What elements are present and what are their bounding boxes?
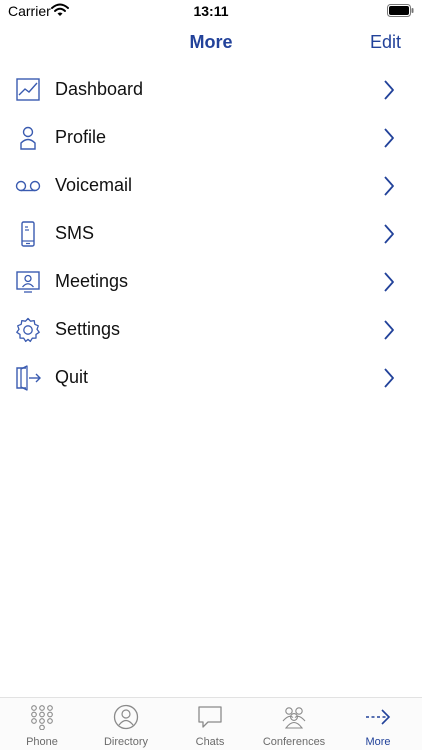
tab-chats[interactable]: Chats bbox=[168, 698, 252, 750]
tab-more[interactable]: More bbox=[336, 698, 420, 750]
menu-item-quit[interactable]: Quit bbox=[0, 354, 422, 402]
exit-door-icon bbox=[16, 365, 41, 391]
menu-item-dashboard[interactable]: Dashboard bbox=[0, 66, 422, 114]
gear-icon bbox=[16, 317, 40, 343]
status-bar: Carrier 13:11 bbox=[0, 0, 422, 26]
menu-label: Profile bbox=[55, 127, 107, 147]
menu-item-profile[interactable]: Profile bbox=[0, 114, 422, 162]
menu-label: Settings bbox=[55, 319, 121, 339]
contact-icon bbox=[113, 704, 139, 730]
tab-label: More bbox=[365, 736, 391, 748]
menu-label: Meetings bbox=[55, 271, 129, 291]
chevron-right-icon bbox=[384, 176, 394, 196]
chevron-right-icon bbox=[384, 128, 394, 148]
chevron-right-icon bbox=[384, 320, 394, 340]
tab-label: Phone bbox=[26, 736, 58, 748]
phone-sms-icon bbox=[21, 221, 35, 247]
chat-bubble-icon bbox=[198, 706, 222, 728]
menu-item-meetings[interactable]: Meetings bbox=[0, 258, 422, 306]
page-title: More bbox=[189, 32, 233, 52]
chevron-right-icon bbox=[384, 368, 394, 388]
tab-label: Chats bbox=[195, 736, 225, 748]
dashboard-chart-icon bbox=[16, 78, 40, 101]
more-menu-list: Dashboard Profile Voicemail SMS Meetings… bbox=[0, 66, 422, 402]
tab-directory[interactable]: Directory bbox=[84, 698, 168, 750]
edit-button[interactable]: Edit bbox=[370, 32, 401, 53]
keypad-icon bbox=[31, 705, 53, 730]
menu-label: Voicemail bbox=[55, 175, 133, 195]
voicemail-icon bbox=[15, 180, 41, 192]
chevron-right-icon bbox=[384, 272, 394, 292]
menu-label: Dashboard bbox=[55, 79, 144, 99]
menu-item-sms[interactable]: SMS bbox=[0, 210, 422, 258]
menu-label: Quit bbox=[55, 367, 89, 387]
person-icon bbox=[20, 126, 36, 150]
tab-phone[interactable]: Phone bbox=[0, 698, 84, 750]
tab-bar: Phone Directory Chats Conferences More bbox=[0, 697, 422, 750]
tab-label: Conferences bbox=[262, 736, 326, 748]
tab-label: Directory bbox=[103, 736, 148, 748]
status-time: 13:11 bbox=[193, 3, 229, 19]
chevron-right-icon bbox=[384, 224, 394, 244]
meeting-monitor-icon bbox=[16, 271, 40, 293]
menu-item-settings[interactable]: Settings bbox=[0, 306, 422, 354]
chevron-right-icon bbox=[384, 80, 394, 100]
more-arrow-icon bbox=[366, 709, 391, 725]
menu-label: SMS bbox=[55, 223, 95, 243]
navigation-bar: More Edit bbox=[0, 26, 422, 62]
battery-icon bbox=[387, 4, 414, 17]
menu-item-voicemail[interactable]: Voicemail bbox=[0, 162, 422, 210]
group-icon bbox=[282, 707, 306, 729]
tab-conferences[interactable]: Conferences bbox=[252, 698, 336, 750]
